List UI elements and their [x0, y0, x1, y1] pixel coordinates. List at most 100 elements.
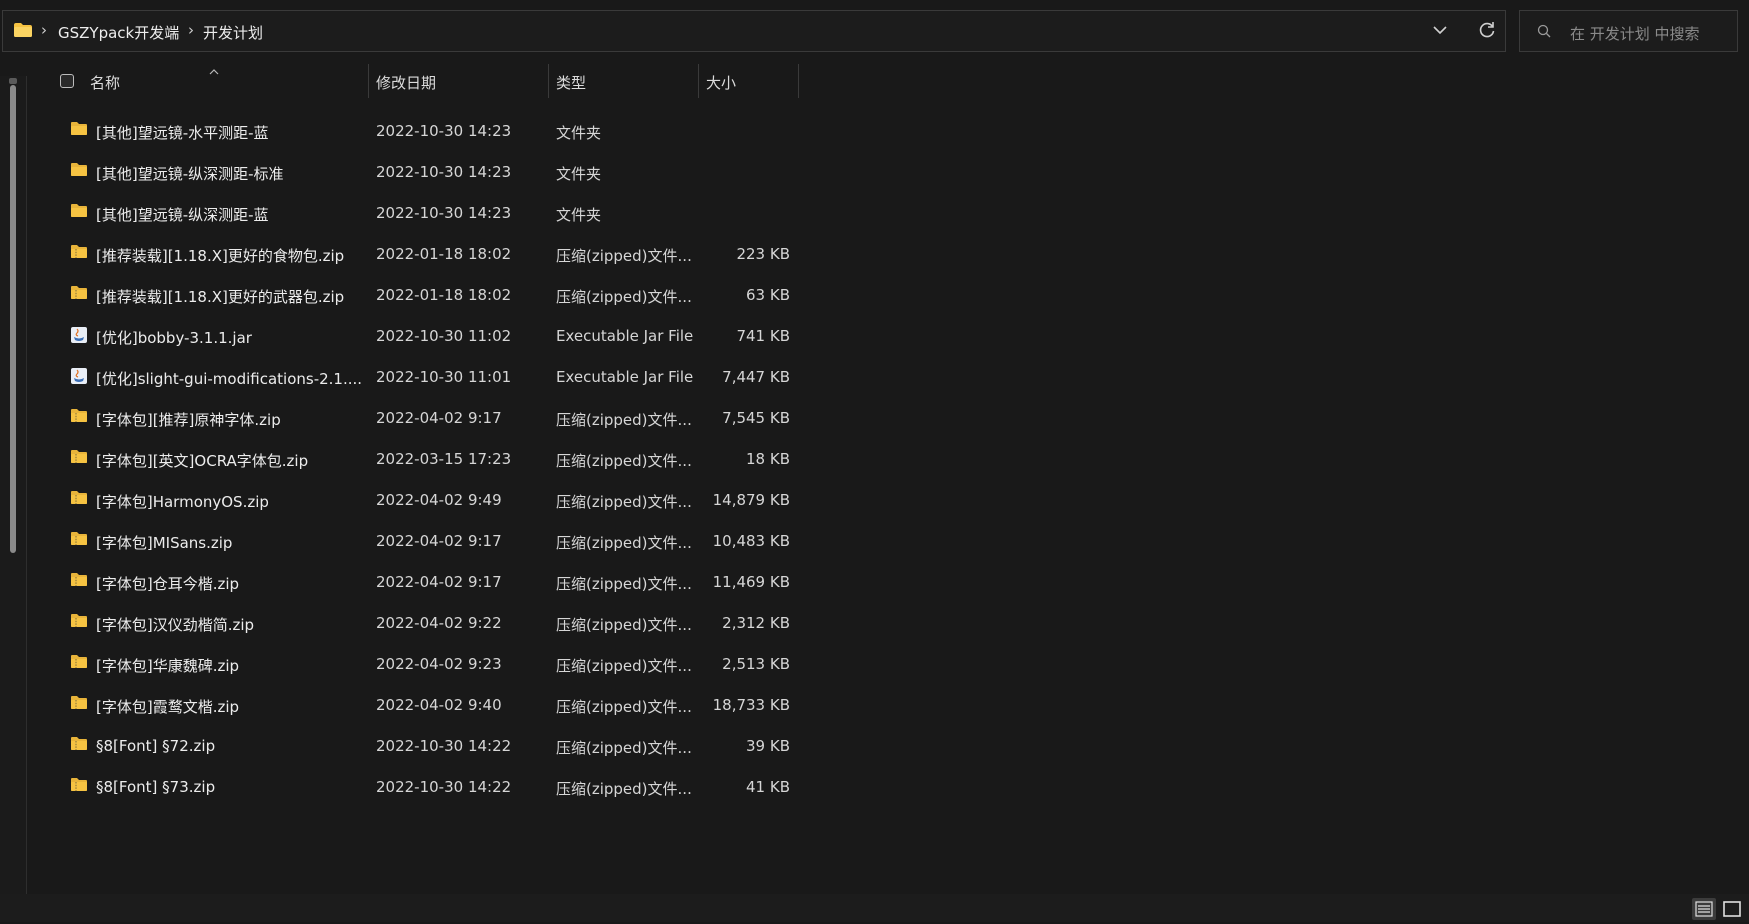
file-name: [字体包][推荐]原神字体.zip [96, 411, 281, 429]
file-date: 2022-10-30 14:23 [376, 204, 512, 222]
file-size: 223 KB [736, 245, 790, 263]
file-type: 压缩(zipped)文件... [556, 452, 692, 470]
chevron-down-icon[interactable] [1431, 21, 1449, 43]
file-size: 11,469 KB [712, 573, 790, 591]
file-name: [优化]bobby-3.1.1.jar [96, 329, 252, 347]
file-row[interactable]: [字体包][英文]OCRA字体包.zip 2022-03-15 17:23 压缩(z… [60, 439, 800, 480]
file-row[interactable]: §8[Font] §72.zip 2022-10-30 14:22 压缩(zippe… [60, 726, 800, 767]
file-type: 压缩(zipped)文件... [556, 780, 692, 798]
column-type[interactable]: 类型 [556, 72, 586, 93]
file-name: [推荐装载][1.18.X]更好的武器包.zip [96, 288, 345, 306]
file-size: 741 KB [736, 327, 790, 345]
file-size: 18,733 KB [712, 696, 790, 714]
column-name[interactable]: 名称 [90, 72, 120, 93]
file-row[interactable]: [字体包]HarmonyOS.zip 2022-04-02 9:49 压缩(zipp… [60, 480, 800, 521]
file-name: [其他]望远镜-纵深测距-蓝 [96, 206, 269, 224]
zip-folder-icon [70, 490, 88, 509]
file-date: 2022-10-30 11:02 [376, 327, 512, 345]
file-row[interactable]: [推荐装载][1.18.X]更好的武器包.zip 2022-01-18 18:02… [60, 275, 800, 316]
pane-divider[interactable] [26, 76, 27, 894]
zip-folder-icon [70, 244, 88, 263]
file-name: [其他]望远镜-纵深测距-标准 [96, 165, 284, 183]
large-icons-view-button[interactable] [1720, 898, 1744, 920]
file-size: 18 KB [746, 450, 790, 468]
zip-folder-icon [70, 531, 88, 550]
file-row[interactable]: §8[Font] §73.zip 2022-10-30 14:22 压缩(zippe… [60, 767, 800, 808]
file-row[interactable]: [字体包]MISans.zip 2022-04-02 9:17 压缩(zipped)… [60, 521, 800, 562]
zip-folder-icon [70, 777, 88, 796]
java-jar-icon [70, 367, 88, 389]
file-date: 2022-04-02 9:23 [376, 655, 502, 673]
folder-icon [70, 203, 88, 222]
file-type: Executable Jar File [556, 327, 694, 345]
file-row[interactable]: [字体包]仓耳今楷.zip 2022-04-02 9:17 压缩(zipped)文件… [60, 562, 800, 603]
file-row[interactable]: [优化]bobby-3.1.1.jar 2022-10-30 11:02 Execu… [60, 316, 800, 357]
search-box[interactable]: 在 开发计划 中搜索 [1519, 10, 1738, 52]
column-divider[interactable] [548, 64, 549, 98]
file-date: 2022-01-18 18:02 [376, 286, 512, 304]
column-size[interactable]: 大小 [706, 72, 736, 93]
file-date: 2022-03-15 17:23 [376, 450, 512, 468]
breadcrumb-item[interactable]: 开发计划 [203, 22, 263, 43]
file-type: 压缩(zipped)文件... [556, 493, 692, 511]
file-date: 2022-04-02 9:40 [376, 696, 502, 714]
file-type: 压缩(zipped)文件... [556, 247, 692, 265]
file-date: 2022-10-30 14:23 [376, 122, 512, 140]
file-name: [字体包][英文]OCRA字体包.zip [96, 452, 309, 470]
column-modified[interactable]: 修改日期 [376, 72, 436, 93]
file-name: [推荐装载][1.18.X]更好的食物包.zip [96, 247, 345, 265]
file-size: 2,513 KB [722, 655, 790, 673]
column-divider[interactable] [368, 64, 369, 98]
file-name: [字体包]霞鹜文楷.zip [96, 698, 240, 716]
file-row[interactable]: [字体包]汉仪劲楷简.zip 2022-04-02 9:22 压缩(zipped)文… [60, 603, 800, 644]
scrollbar-thumb[interactable] [10, 85, 16, 553]
file-row[interactable]: [字体包]霞鹜文楷.zip 2022-04-02 9:40 压缩(zipped)文件… [60, 685, 800, 726]
breadcrumb-item[interactable]: GSZYpack开发端 [58, 22, 179, 43]
file-name: [字体包]汉仪劲楷简.zip [96, 616, 255, 634]
file-row[interactable]: [其他]望远镜-纵深测距-蓝 2022-10-30 14:23 文件夹 [60, 193, 800, 234]
status-bar [0, 894, 1749, 922]
file-type: Executable Jar File [556, 368, 694, 386]
file-type: 压缩(zipped)文件... [556, 698, 692, 716]
file-date: 2022-04-02 9:17 [376, 573, 502, 591]
file-name: §8[Font] §73.zip [96, 778, 216, 796]
file-name: [字体包]华康魏碑.zip [96, 657, 240, 675]
file-row[interactable]: [字体包]华康魏碑.zip 2022-04-02 9:23 压缩(zipped)文件… [60, 644, 800, 685]
details-view-button[interactable] [1692, 898, 1716, 920]
folder-icon [70, 121, 88, 140]
file-row[interactable]: [其他]望远镜-水平测距-蓝 2022-10-30 14:23 文件夹 [60, 111, 800, 152]
file-name: [字体包]HarmonyOS.zip [96, 493, 269, 511]
file-row[interactable]: [其他]望远镜-纵深测距-标准 2022-10-30 14:23 文件夹 [60, 152, 800, 193]
file-row[interactable]: [推荐装载][1.18.X]更好的食物包.zip 2022-01-18 18:02… [60, 234, 800, 275]
breadcrumb-separator: › [188, 21, 194, 39]
zip-folder-icon [70, 572, 88, 591]
column-header: 名称 修改日期 类型 大小 [0, 64, 800, 98]
file-type: 压缩(zipped)文件... [556, 288, 692, 306]
file-date: 2022-10-30 14:22 [376, 778, 512, 796]
details-view-icon [1695, 901, 1713, 917]
zip-folder-icon [70, 613, 88, 632]
column-divider[interactable] [698, 64, 699, 98]
file-type: 文件夹 [556, 206, 602, 224]
file-date: 2022-04-02 9:17 [376, 532, 502, 550]
file-date: 2022-04-02 9:17 [376, 409, 502, 427]
column-divider[interactable] [798, 64, 799, 98]
search-input[interactable]: 在 开发计划 中搜索 [1570, 23, 1700, 44]
file-date: 2022-10-30 11:01 [376, 368, 512, 386]
search-icon [1536, 23, 1552, 43]
file-date: 2022-04-02 9:22 [376, 614, 502, 632]
file-size: 14,879 KB [712, 491, 790, 509]
file-date: 2022-04-02 9:49 [376, 491, 502, 509]
file-name: [优化]slight-gui-modifications-2.1.... [96, 370, 363, 388]
file-row[interactable]: [优化]slight-gui-modifications-2.1.... 2022… [60, 357, 800, 398]
file-type: 压缩(zipped)文件... [556, 616, 692, 634]
file-name: [字体包]MISans.zip [96, 534, 233, 552]
address-bar[interactable]: › GSZYpack开发端 › 开发计划 [2, 10, 1506, 52]
file-size: 39 KB [746, 737, 790, 755]
file-type: 压缩(zipped)文件... [556, 657, 692, 675]
file-row[interactable]: [字体包][推荐]原神字体.zip 2022-04-02 9:17 压缩(zippe… [60, 398, 800, 439]
file-type: 压缩(zipped)文件... [556, 534, 692, 552]
file-size: 7,447 KB [722, 368, 790, 386]
refresh-icon[interactable] [1477, 20, 1497, 44]
file-type: 压缩(zipped)文件... [556, 575, 692, 593]
